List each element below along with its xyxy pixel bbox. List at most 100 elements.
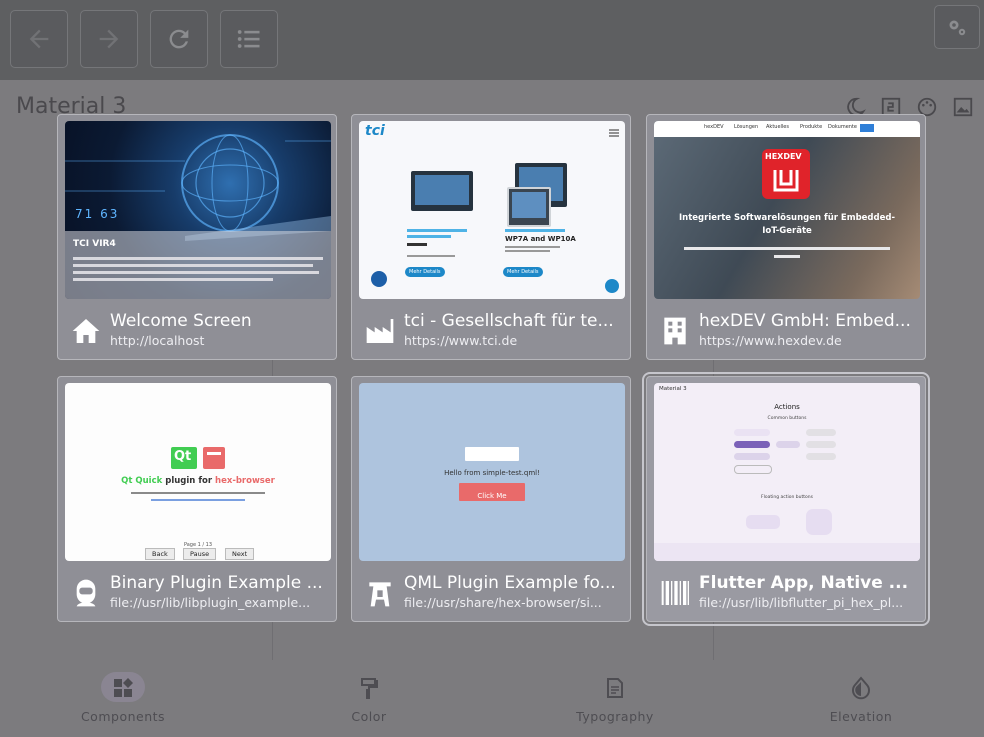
hello-text: Hello from simple-test.qml! <box>444 469 540 477</box>
text-line <box>505 246 560 248</box>
tab-url: file://usr/share/hex-browser/si... <box>404 595 602 610</box>
tab-title: hexDEV GmbH: Embed... <box>699 311 911 331</box>
nav-label-typography: Typography <box>576 709 654 724</box>
hamburger-icon <box>609 129 619 137</box>
text-line <box>407 255 455 257</box>
text-line <box>73 264 313 267</box>
tab-card-welcome[interactable]: 71 63 TCI VIR4 Welcome Screen http://loc… <box>57 114 337 360</box>
mini-app-title: Material 3 <box>659 386 687 392</box>
tab-title: Flutter App, Native ... <box>699 573 909 593</box>
image-icon[interactable] <box>952 96 974 118</box>
qt-logo-text: Qt <box>174 449 192 464</box>
hexdev-logo: HEXDEV <box>762 149 810 199</box>
bottom-navigation: Components Color Typography Elevation <box>0 670 984 737</box>
mini-chip <box>734 441 770 448</box>
tower-icon <box>369 582 391 607</box>
nav-color[interactable]: Color <box>309 670 429 725</box>
mini-subheading: Common buttons <box>767 416 807 421</box>
tci-logo: tci <box>365 123 385 139</box>
tab-title: Welcome Screen <box>110 311 252 331</box>
tab-thumbnail: Hello from simple-test.qml! Click Me <box>359 383 625 561</box>
product-image <box>507 187 551 227</box>
nav-label-elevation: Elevation <box>829 709 893 724</box>
logo-mark <box>773 170 799 192</box>
tab-thumbnail: Material 3 Actions Common buttons Floati… <box>654 383 920 561</box>
widgets-icon <box>114 678 133 697</box>
text-line <box>505 229 565 232</box>
details-button: Mehr Details <box>503 267 543 277</box>
mini-fab <box>806 509 832 535</box>
settings-button[interactable] <box>934 5 980 49</box>
tab-card-tci[interactable]: tci WP7A and WP10A Mehr Details Mehr Det… <box>351 114 631 360</box>
heading-middle: plugin for <box>162 476 216 486</box>
reload-button[interactable] <box>150 10 208 68</box>
mini-chip <box>806 453 836 460</box>
tab-url: https://www.tci.de <box>404 333 518 348</box>
tab-url: https://www.hexdev.de <box>699 333 842 348</box>
text-line <box>151 499 245 501</box>
list-icon <box>237 30 260 48</box>
qt-logo: Qt <box>171 447 197 469</box>
chat-bubble <box>371 271 387 287</box>
click-me-label: Click Me <box>477 492 507 500</box>
details-button: Mehr Details <box>405 267 445 277</box>
forward-button[interactable] <box>80 10 138 68</box>
text-line <box>774 255 800 258</box>
opacity-icon <box>852 676 870 700</box>
back-slide-button: Back <box>145 548 175 560</box>
robot-icon <box>76 579 96 607</box>
text-line <box>684 247 890 250</box>
back-button[interactable] <box>10 10 68 68</box>
tab-title: tci - Gesellschaft für te... <box>404 311 614 331</box>
home-icon <box>72 319 100 343</box>
reload-icon <box>169 29 189 49</box>
browser-logo <box>203 447 225 469</box>
tab-card-flutter-app[interactable]: Material 3 Actions Common buttons Floati… <box>642 372 930 626</box>
mini-chip <box>806 429 836 436</box>
plugin-heading: Qt Quick plugin for hex-browser <box>65 476 331 486</box>
mini-heading: Actions <box>774 403 800 411</box>
next-slide-button: Next <box>225 548 255 560</box>
tab-card-hexdev[interactable]: hexDEV Lösungen Aktuelles Produkte Dokum… <box>646 114 926 360</box>
thumb-digits: 71 63 <box>75 207 120 221</box>
nav-components[interactable]: Components <box>63 670 183 725</box>
text-line <box>73 257 323 260</box>
tab-card-qml-plugin[interactable]: Hello from simple-test.qml! Click Me QML… <box>351 376 631 622</box>
text-line <box>73 278 273 281</box>
text-line <box>407 229 467 232</box>
nav-elevation[interactable]: Elevation <box>801 670 921 725</box>
nav-typography[interactable]: Typography <box>555 670 675 725</box>
menu-button[interactable] <box>220 10 278 68</box>
nav-link: Aktuelles <box>766 124 789 130</box>
format-paint-icon <box>361 678 378 699</box>
nav-link: Dokumente <box>828 124 857 130</box>
tab-url: http://localhost <box>110 333 205 348</box>
pause-slide-button: Pause <box>183 548 217 560</box>
product-title: WP7A and WP10A <box>505 235 576 243</box>
lang-button <box>860 124 874 132</box>
tab-thumbnail: tci WP7A and WP10A Mehr Details Mehr Det… <box>359 121 625 299</box>
browser-toolbar <box>0 0 984 80</box>
mini-fab-heading: Floating action buttons <box>761 495 813 500</box>
text-snippet-icon <box>607 678 623 698</box>
tab-url: file://usr/lib/libplugin_example... <box>110 595 311 610</box>
tab-thumbnail: 71 63 TCI VIR4 <box>65 121 331 299</box>
thumb-heading: TCI VIR4 <box>73 239 116 249</box>
mini-chip <box>734 429 770 436</box>
click-me-button: Click Me <box>459 483 525 501</box>
nav-link: Lösungen <box>734 124 759 130</box>
tab-thumbnail: Qt Qt Quick plugin for hex-browser Page … <box>65 383 331 561</box>
nav-link: Produkte <box>800 124 823 130</box>
tab-title: Binary Plugin Example ... <box>110 573 323 593</box>
nav-label-color: Color <box>351 709 387 724</box>
nav-link: hexDEV <box>704 124 724 130</box>
forward-icon <box>99 29 119 49</box>
product-image <box>411 171 473 211</box>
settings-icon <box>949 20 966 36</box>
hero-headline: IoT-Geräte <box>762 226 812 236</box>
tab-card-binary-plugin[interactable]: Qt Qt Quick plugin for hex-browser Page … <box>57 376 337 622</box>
heading-hex-browser: hex-browser <box>215 476 275 486</box>
mini-chip <box>734 453 770 460</box>
factory-icon <box>366 319 394 343</box>
chat-bubble <box>605 279 619 293</box>
